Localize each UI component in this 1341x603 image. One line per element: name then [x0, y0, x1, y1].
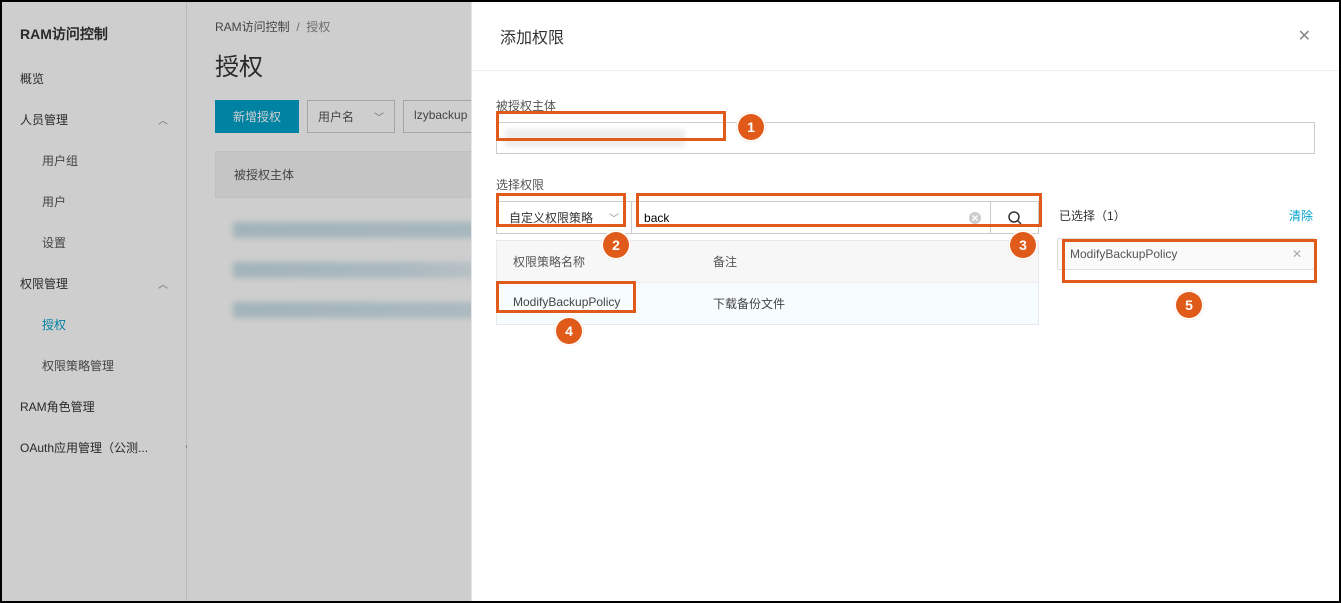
chevron-down-icon: ﹀: [609, 210, 619, 225]
search-button[interactable]: [990, 202, 1038, 233]
subject-label: 被授权主体: [496, 97, 1315, 114]
subject-tag: [505, 129, 685, 147]
policy-table: 权限策略名称 备注 ModifyBackupPolicy 下载备份文件: [496, 240, 1039, 325]
clear-search-icon[interactable]: [960, 202, 990, 233]
selected-policy-tag: ModifyBackupPolicy ✕: [1057, 238, 1315, 270]
policy-type-select[interactable]: 自定义权限策略 ﹀: [496, 201, 632, 234]
panel-title: 添加权限: [500, 24, 564, 48]
col-policy-name: 权限策略名称: [497, 241, 697, 282]
subject-input[interactable]: ✕: [496, 122, 1315, 154]
col-note: 备注: [697, 241, 1038, 282]
policy-row[interactable]: ModifyBackupPolicy 下载备份文件: [497, 282, 1038, 324]
selected-policy-name: ModifyBackupPolicy: [1070, 247, 1177, 261]
add-permission-panel: 添加权限 ✕ 被授权主体 ✕ 选择权限 自定义权限策略 ﹀: [471, 2, 1339, 601]
selected-count-label: 已选择（1）: [1059, 207, 1126, 224]
perm-label: 选择权限: [496, 176, 1315, 193]
clear-selection-link[interactable]: 清除: [1289, 207, 1313, 224]
policy-search-input[interactable]: [632, 202, 960, 233]
close-icon[interactable]: ✕: [1298, 26, 1311, 46]
remove-selected-icon[interactable]: ✕: [1292, 247, 1302, 261]
policy-note-cell: 下载备份文件: [697, 283, 1038, 324]
policy-name-cell: ModifyBackupPolicy: [497, 283, 697, 324]
